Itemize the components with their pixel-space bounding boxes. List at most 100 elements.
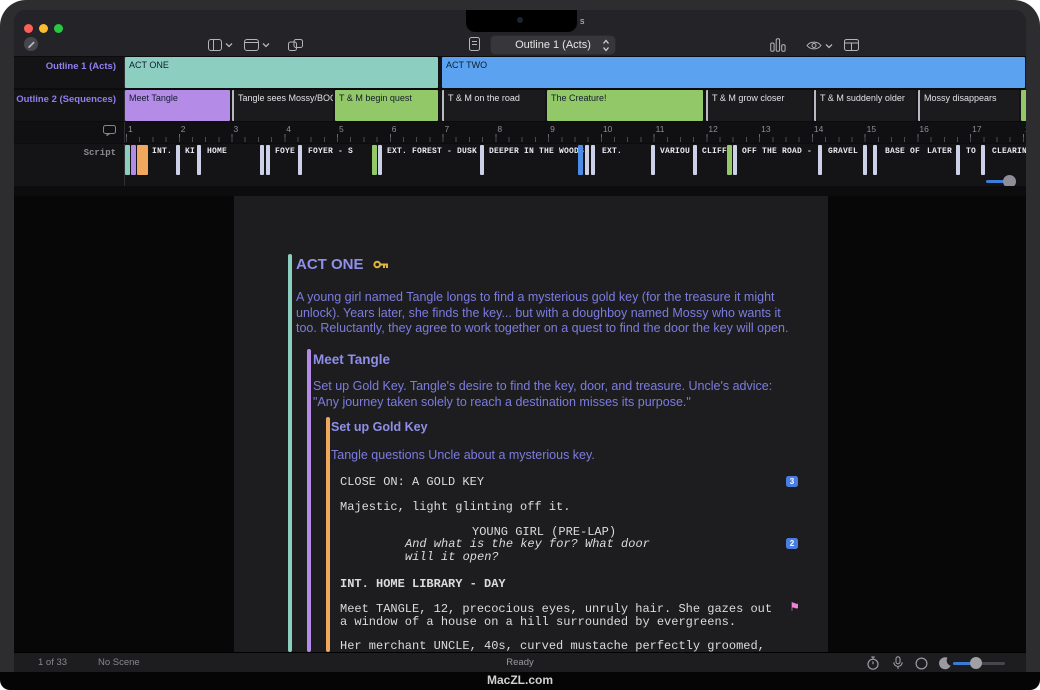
timeline-block[interactable]: T & M suddenly older [814,90,916,121]
script-line-action[interactable]: Majestic, light glinting off it. [340,501,808,514]
view-options-button[interactable] [806,40,833,51]
act-section-bar [288,254,292,652]
timeline-block[interactable]: Mossy disappears [918,90,1019,121]
scene-heading-label[interactable]: BASE OF [885,147,920,156]
scene-strip[interactable] [260,145,264,175]
subsection-synopsis[interactable]: Tangle questions Uncle about a mysteriou… [331,448,595,464]
script-page[interactable]: ACT ONE A young girl named Tangle longs … [234,196,828,652]
dictation-button[interactable] [892,656,904,670]
comment-icon[interactable] [103,125,116,136]
statistics-button[interactable] [770,38,786,52]
scene-strip[interactable] [578,145,583,175]
sequence-heading[interactable]: Meet Tangle [313,352,390,367]
scene-strip[interactable] [818,145,822,175]
circle-icon [915,657,928,670]
subsection-heading[interactable]: Set up Gold Key [331,420,428,434]
scene-heading-label[interactable]: LATER [927,147,952,156]
stopwatch-icon [866,656,880,670]
act-heading[interactable]: ACT ONE [296,256,389,273]
scene-strip[interactable] [863,145,867,175]
laptop-frame: Outline 1 (Acts) Outline 1 (Acts) ACT ON… [0,0,1040,672]
ruler-number: 6 [392,124,397,134]
scene-heading-label[interactable]: KI [185,147,195,156]
scene-heading-label[interactable]: INT. [152,147,172,156]
ruler-number: 8 [497,124,502,134]
script-line-scene_heading[interactable]: INT. HOME LIBRARY - DAY [340,578,808,591]
ruler-number: 3 [234,124,239,134]
scene-strip[interactable] [956,145,960,175]
script-line-dialogue[interactable]: And what is the key for? What door will … [405,538,808,564]
sidebar-toggle-button[interactable] [208,39,233,51]
key-icon [373,258,389,271]
scene-strip[interactable] [372,145,377,175]
scene-heading-label[interactable]: DEEPER IN THE WOODS [489,147,584,156]
scene-strip[interactable] [266,145,270,175]
app-icon[interactable] [23,36,39,52]
scene-heading-label[interactable]: FOYER - S [308,147,353,156]
minimize-window-button[interactable] [39,24,48,33]
window-mode-button[interactable] [244,39,270,51]
close-window-button[interactable] [24,24,33,33]
note-badge[interactable]: 2 [786,538,798,549]
scene-strip[interactable] [873,145,877,175]
timeline-block[interactable]: The Creature! [547,90,703,121]
timeline-block[interactable]: T & M begin quest [335,90,438,121]
script-text[interactable]: CLOSE ON: A GOLD KEY3 Majestic, light gli… [340,464,808,652]
scene-strip[interactable] [131,145,136,175]
scene-heading-label[interactable]: GRAVEL [828,147,858,156]
outline-select[interactable]: Outline 1 (Acts) [490,35,616,55]
note-badge[interactable]: 3 [786,476,798,487]
scene-heading-label[interactable]: EXT. [602,147,622,156]
scene-strip[interactable] [298,145,302,175]
focus-mode-button[interactable] [915,657,928,670]
timeline-block[interactable]: Tangle sees Mossy/BOOM [232,90,333,121]
scene-strip[interactable] [176,145,180,175]
ruler-number: 18 [1025,124,1026,134]
scene-heading-label[interactable]: TO [966,147,976,156]
scene-strip[interactable] [981,145,985,175]
timeline-block[interactable]: ACT ONE [125,57,438,88]
scene-strip[interactable] [125,145,130,175]
scene-heading-label[interactable]: OFF THE ROAD - [742,147,812,156]
timer-button[interactable] [866,656,880,670]
zoom-window-button[interactable] [54,24,63,33]
scene-strip[interactable] [733,145,737,175]
scene-heading-label[interactable]: HOME [207,147,227,156]
scene-strip[interactable] [693,145,697,175]
ruler-number: 15 [867,124,876,134]
note-icon [469,37,480,51]
scene-heading-label[interactable]: CLEARING [992,147,1026,156]
ruler-track: 123456789101112131415161718 [124,122,1026,143]
timeline-block[interactable]: T & M grow closer [706,90,812,121]
bookmark-flag-icon[interactable]: ⚑ [789,601,800,614]
scene-heading-label[interactable]: VARIOU [660,147,690,156]
script-line-action[interactable]: Her merchant UNCLE, 40s, curved mustache… [340,640,808,652]
scene-strip[interactable] [727,145,732,175]
zoom-slider-knob[interactable] [970,657,982,669]
scene-strip[interactable] [480,145,484,175]
scene-heading-label[interactable]: CLIFF [702,147,727,156]
script-line-action[interactable]: CLOSE ON: A GOLD KEY3 [340,476,808,489]
scene-strip[interactable] [585,145,589,175]
outline-notes-button[interactable] [469,37,480,51]
timeline-block[interactable]: ACT TWO [442,57,1025,88]
scene-strip[interactable] [591,145,595,175]
scene-heading-label[interactable]: FOYE [275,147,295,156]
sequences-track: Meet TangleTangle sees Mossy/BOOMT & M b… [124,90,1026,121]
sequence-synopsis[interactable]: Set up Gold Key. Tangle's desire to find… [313,379,828,410]
dark-mode-button[interactable] [938,657,951,670]
timeline-block[interactable] [1021,90,1026,121]
timeline-block[interactable]: T & M on the road [442,90,545,121]
scene-strip[interactable] [651,145,655,175]
timeline-zoom-slider-knob[interactable] [1003,175,1016,186]
table-view-button[interactable] [844,39,859,51]
index-cards-button[interactable] [288,39,303,51]
timeline-block[interactable]: Meet Tangle [125,90,230,121]
scene-heading-label[interactable]: EXT. FOREST - DUSK [387,147,477,156]
scene-strip[interactable] [378,145,382,175]
script-line-action[interactable]: Meet TANGLE, 12, precocious eyes, unruly… [340,603,808,629]
act-synopsis[interactable]: A young girl named Tangle longs to find … [296,290,826,337]
scene-strip[interactable] [197,145,201,175]
scene-strip[interactable] [137,145,148,175]
eye-icon [806,40,822,51]
